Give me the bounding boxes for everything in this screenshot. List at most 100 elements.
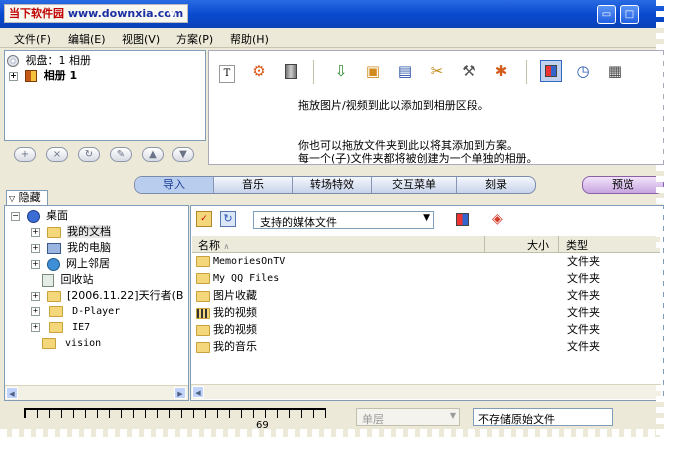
network-icon [46,257,60,271]
maximize-button[interactable]: □ [620,5,639,24]
rotate-button[interactable]: ↻ [78,147,100,162]
menu-view[interactable]: 视图(V) [122,31,160,47]
column-header-name[interactable]: 名称 ∧ [198,237,229,253]
grid-view-icon[interactable] [540,60,562,82]
tree-horizontal-scrollbar[interactable]: ◀ ▶ [5,385,188,400]
edit-button[interactable]: ✎ [110,147,132,162]
folder-icon [196,272,210,284]
app-window: 当下软件园 www.downxia.com y ▭ □ 文件(F) 编辑(E) … [0,0,664,437]
animation-icon[interactable]: ⚙ [248,60,270,82]
hide-label: 隐藏 [18,191,41,204]
clock-icon[interactable]: ◷ [572,60,594,82]
favorite-icon[interactable]: ◈ [492,211,503,227]
tab-burn[interactable]: 刻录 [457,177,535,193]
import-icon[interactable]: ⇩ [330,60,352,82]
add-button[interactable]: + [14,147,36,162]
menu-project[interactable]: 方案(P) [176,31,213,47]
file-type: 文件夹 [567,340,600,353]
chevron-down-icon[interactable]: ▼ [423,213,430,223]
column-header-size[interactable]: 大小 [527,237,549,253]
tree-item-folder[interactable]: + [2006.11.22]天行者(B [31,288,183,304]
refresh-icon[interactable]: ↻ [220,211,236,227]
tab-transitions[interactable]: 转场特效 [293,177,372,193]
table-view-icon[interactable]: ▦ [604,60,626,82]
disc-node[interactable]: 视盘：1 相册 [7,53,91,69]
file-type: 文件夹 [567,289,600,302]
tree-item-desktop[interactable]: − 桌面 [11,208,68,224]
move-down-button[interactable]: ▼ [172,147,194,162]
collapse-arrow-icon: ▽ [9,194,16,203]
table-row[interactable]: 我的视频 文件夹 [196,322,616,338]
tree-item-network[interactable]: + 网上邻居 [31,256,110,272]
album-label: 相册 1 [43,69,78,82]
recycle-bin-icon [42,273,54,287]
chevron-down-icon[interactable]: ▼ [450,411,456,420]
scroll-right-icon[interactable]: ▶ [174,387,186,399]
save-icon[interactable]: ▤ [394,60,416,82]
documents-icon [46,226,61,238]
drop-hint-line3: 每一个(子)文件夹都将被创建为一个单独的相册。 [298,152,538,165]
layer-value: 单层 [362,413,384,426]
view-mode-icon[interactable] [456,213,469,226]
theme-icon[interactable]: ✱ [490,60,512,82]
tab-interactive-menu[interactable]: 交互菜单 [372,177,457,193]
layer-select[interactable]: 单层 ▼ [356,408,460,426]
menu-help[interactable]: 帮助(H) [230,31,269,47]
settings-icon[interactable]: ⚒ [458,60,480,82]
tree-item-ie7[interactable]: + IE7 [31,320,90,336]
hide-toggle[interactable]: ▽ 隐藏 [6,190,48,205]
scroll-left-icon[interactable]: ◀ [6,387,18,399]
photo-icon[interactable]: ▣ [362,60,384,82]
drop-hint-line1: 拖放图片/视频到此以添加到相册区段。 [298,99,489,112]
music-folder-icon [196,341,210,353]
disc-tree-panel: 视盘：1 相册 + 相册 1 [4,50,206,141]
pictures-folder-icon [196,290,210,302]
table-row[interactable]: 我的音乐 文件夹 [196,339,616,355]
expand-icon[interactable]: + [31,291,40,301]
tree-label: [2006.11.22]天行者(B [67,289,184,302]
expand-icon[interactable]: + [9,71,18,81]
expand-icon[interactable]: + [31,227,40,237]
watermark-url: www.downxia.com [67,7,184,20]
new-folder-icon[interactable]: ✓ [196,211,212,227]
tree-item-recycle-bin[interactable]: 回收站 [42,272,94,288]
filter-dropdown[interactable]: 支持的媒体文件 ▼ [253,211,434,229]
tab-import[interactable]: 导入 [135,177,214,193]
folder-icon [42,337,56,349]
column-header-type[interactable]: 类型 [566,237,588,253]
tree-label: 桌面 [46,209,68,222]
table-row[interactable]: MemoriesOnTV 文件夹 [196,254,616,270]
tree-item-vision[interactable]: vision [42,336,101,352]
menu-file[interactable]: 文件(F) [14,31,51,47]
tree-item-my-documents[interactable]: + 我的文档 [31,224,111,240]
text-icon[interactable]: T [216,60,238,83]
table-row[interactable]: 我的视频 文件夹 [196,305,616,321]
tools-icon[interactable]: ✂ [426,60,448,82]
move-up-button[interactable]: ▲ [142,147,164,162]
table-row[interactable]: My QQ Files 文件夹 [196,271,616,287]
collapse-icon[interactable]: − [11,211,20,221]
table-row[interactable]: 图片收藏 文件夹 [196,288,616,304]
menu-edit[interactable]: 编辑(E) [68,31,106,47]
disc-label: 视盘：1 相册 [25,54,92,67]
expand-icon[interactable]: + [31,322,40,332]
tab-music[interactable]: 音乐 [214,177,293,193]
trash-icon[interactable] [280,60,302,82]
minimize-button[interactable]: ▭ [597,5,616,24]
desktop-icon [26,209,40,223]
file-list-header: 名称 ∧ 大小 类型 [192,236,660,253]
expand-icon[interactable]: + [31,259,40,269]
tree-label: vision [65,338,102,349]
list-horizontal-scrollbar[interactable]: ◀ [191,384,661,399]
remove-button[interactable]: × [46,147,68,162]
album-node[interactable]: + 相册 1 [9,68,77,84]
tree-item-dplayer[interactable]: + D-Player [31,304,120,320]
preview-button[interactable]: 预览 [582,176,664,194]
tree-item-my-computer[interactable]: + 我的电脑 [31,240,111,256]
sort-asc-icon: ∧ [223,242,230,251]
original-file-option[interactable]: 不存储原始文件 [473,408,613,426]
watermark-cn: 当下软件园 [9,7,64,20]
expand-icon[interactable]: + [31,243,40,253]
scroll-left-icon[interactable]: ◀ [192,386,204,398]
expand-icon[interactable]: + [31,306,40,316]
